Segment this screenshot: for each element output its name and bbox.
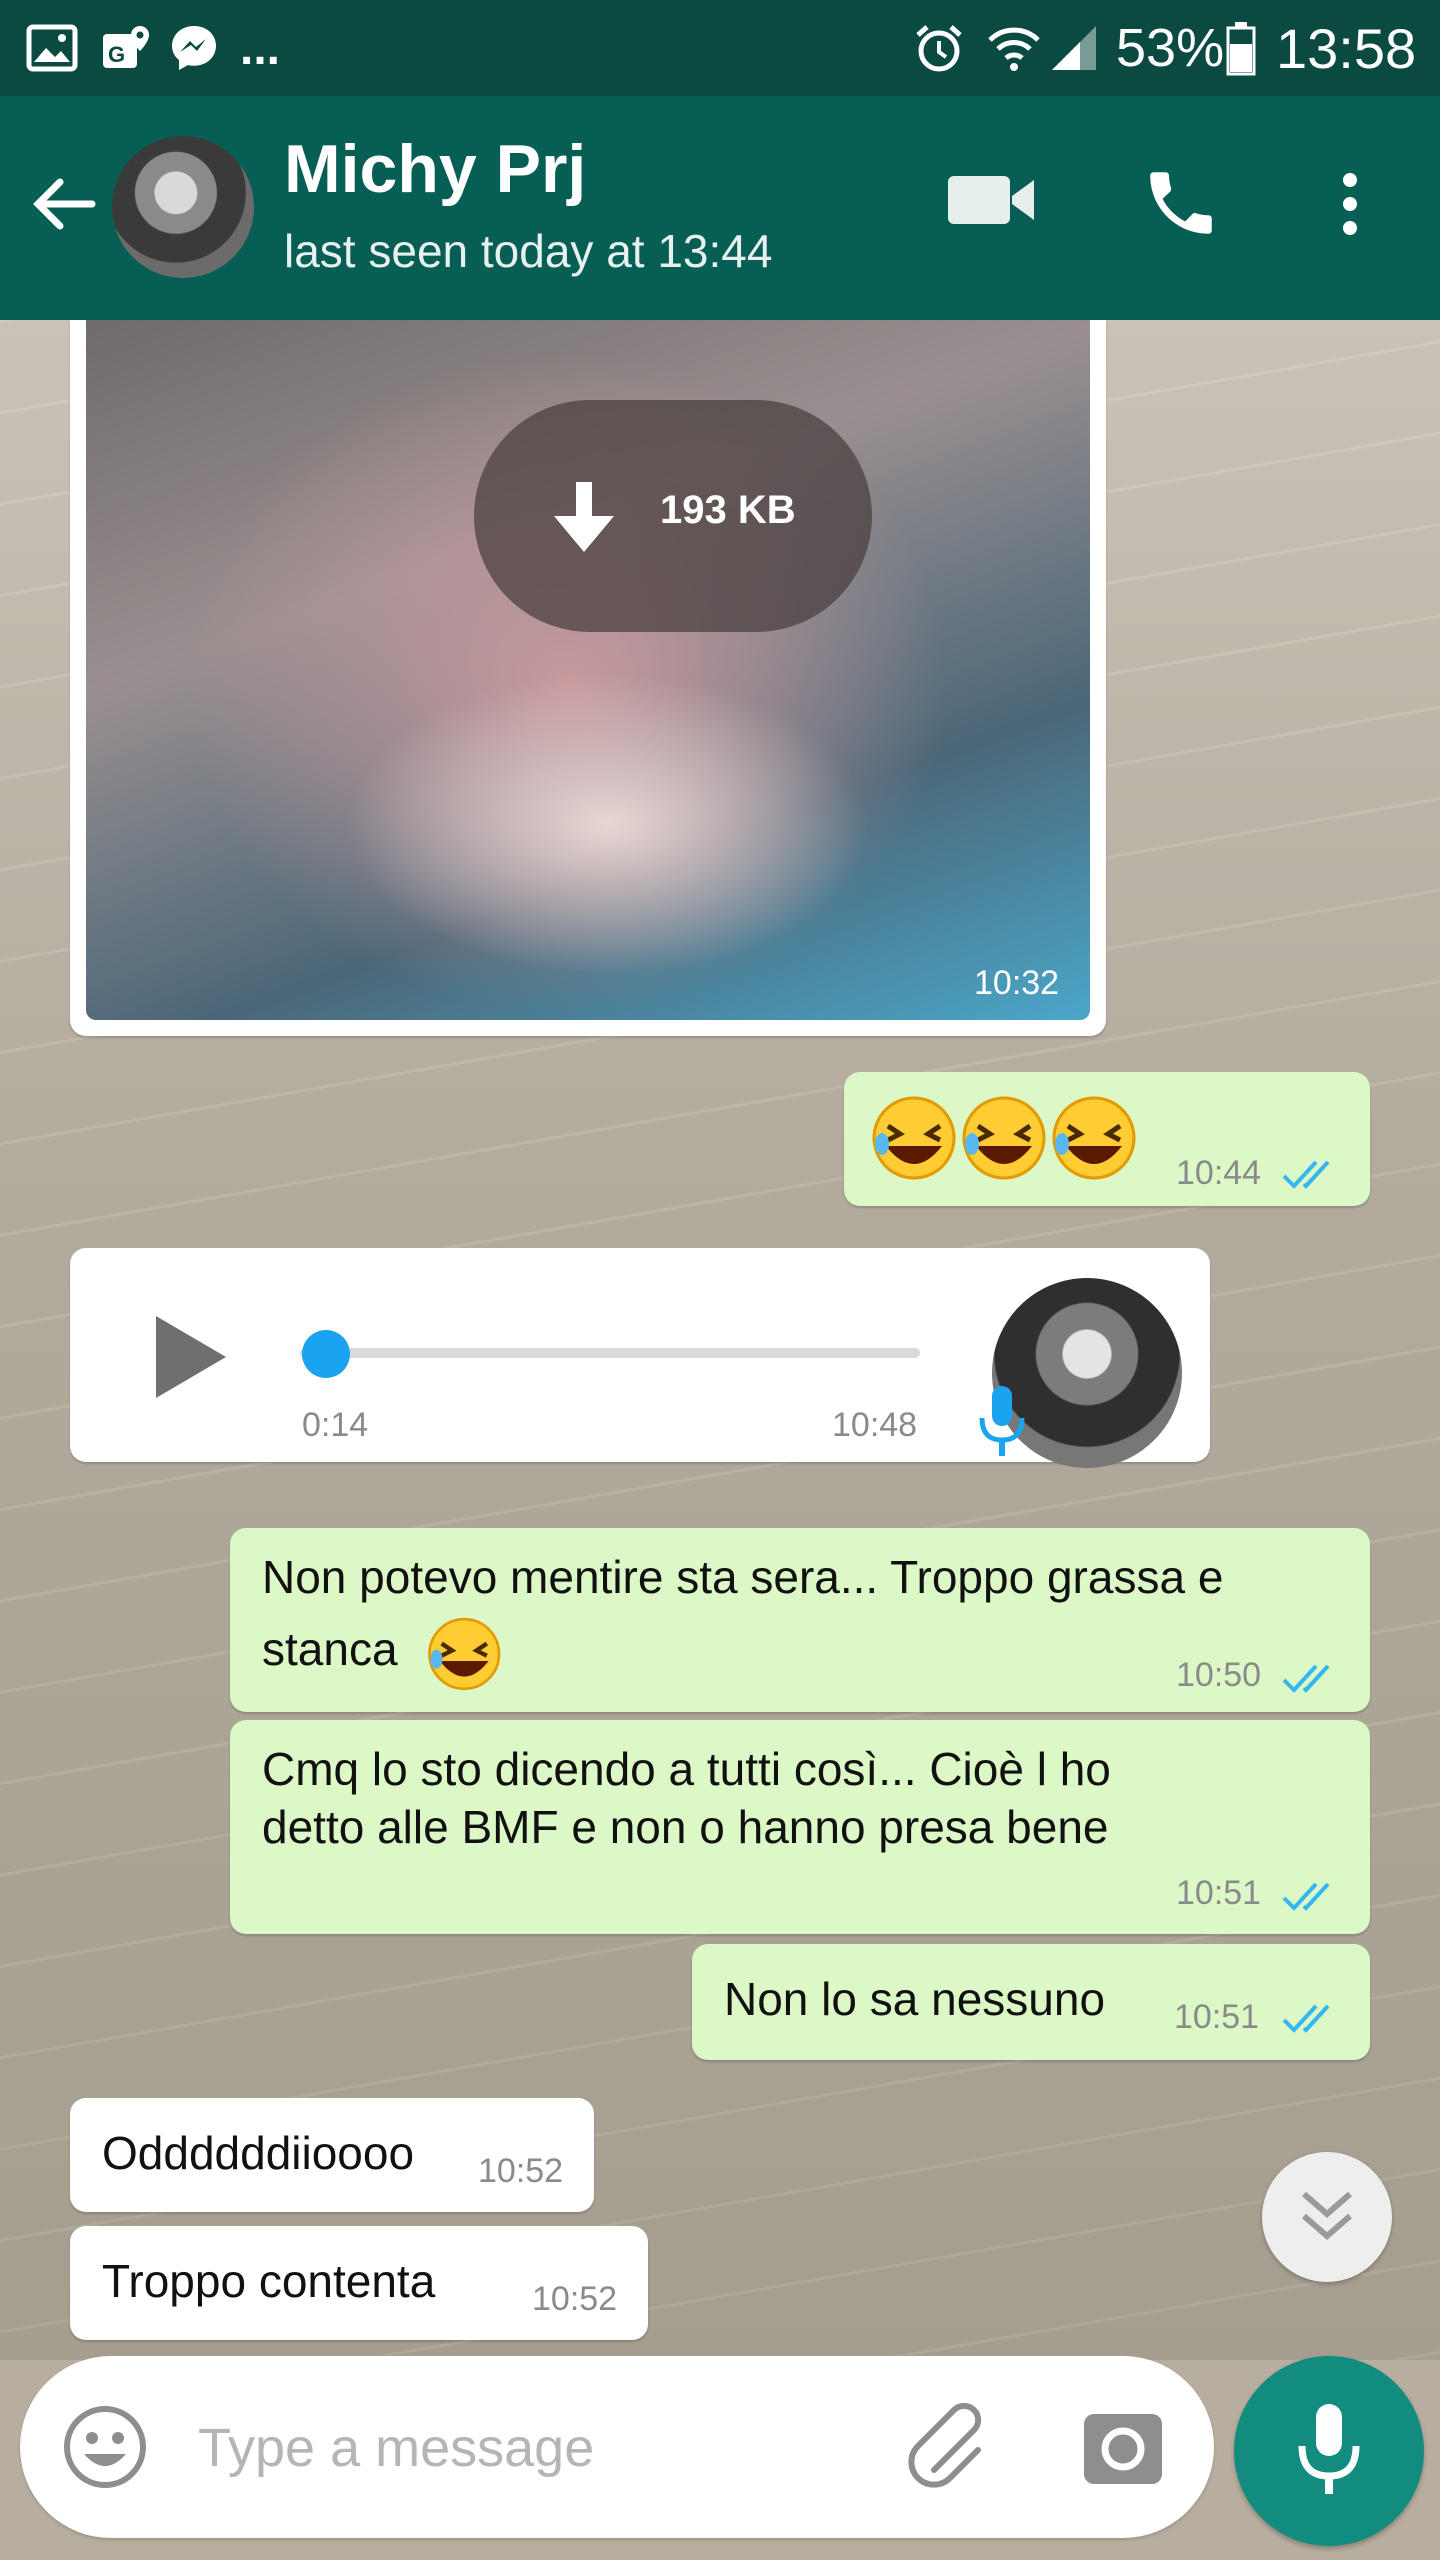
gallery-icon bbox=[26, 0, 78, 96]
signal-icon bbox=[1048, 0, 1100, 96]
message-time: 10:51 bbox=[1176, 1874, 1262, 1912]
voice-progress-knob[interactable] bbox=[302, 1330, 350, 1378]
status-time: 13:58 bbox=[1276, 16, 1417, 80]
play-icon[interactable] bbox=[150, 1312, 230, 1407]
avatar[interactable] bbox=[112, 136, 254, 278]
image-message[interactable]: 193 KB 10:32 bbox=[70, 320, 1106, 1036]
wifi-icon bbox=[986, 0, 1042, 96]
voice-message[interactable]: 0:14 10:48 bbox=[70, 1248, 1210, 1468]
message-text: stanca bbox=[262, 1623, 398, 1675]
message-text: Oddddddiioooo bbox=[102, 2127, 415, 2179]
blurred-image[interactable]: 193 KB 10:32 bbox=[86, 320, 1090, 1020]
message-text: Non lo sa nessuno bbox=[724, 1973, 1106, 2025]
message-input[interactable] bbox=[196, 2392, 880, 2504]
emoji-message[interactable]: 10:44 bbox=[844, 1072, 1370, 1206]
laughing-emoji bbox=[872, 1096, 1136, 1180]
download-icon bbox=[550, 480, 618, 561]
last-seen-status[interactable]: last seen today at 13:44 bbox=[284, 224, 772, 278]
voice-duration: 0:14 bbox=[302, 1406, 369, 1444]
chevron-down-icon bbox=[1302, 2191, 1352, 2240]
message-text: Non potevo mentire sta sera... Troppo gr… bbox=[262, 1551, 1224, 1603]
message-time: 10:51 bbox=[1174, 1998, 1260, 2036]
message-time: 10:32 bbox=[974, 964, 1060, 1002]
emoji-icon[interactable] bbox=[60, 2402, 150, 2497]
contact-name[interactable]: Michy Prj bbox=[284, 130, 586, 208]
maps-icon: G bbox=[100, 0, 152, 96]
more-icon[interactable] bbox=[1330, 168, 1370, 245]
scroll-to-bottom-button[interactable] bbox=[1262, 2152, 1392, 2282]
message-input-bar bbox=[20, 2356, 1214, 2538]
alarm-icon bbox=[912, 0, 966, 96]
read-ticks-icon bbox=[1282, 2004, 1330, 2033]
message-time: 10:52 bbox=[532, 2280, 618, 2318]
laughing-emoji bbox=[428, 1617, 501, 1691]
message-time: 10:44 bbox=[1176, 1154, 1262, 1192]
message-time: 10:52 bbox=[478, 2152, 564, 2190]
voice-record-button[interactable] bbox=[1234, 2356, 1424, 2546]
video-call-icon[interactable] bbox=[946, 168, 1038, 237]
read-ticks-icon bbox=[1282, 1160, 1330, 1189]
chat-area[interactable]: 193 KB 10:32 10:44 0:14 10:48 Non potevo… bbox=[0, 320, 1440, 2360]
download-button[interactable]: 193 KB bbox=[474, 400, 872, 632]
mic-icon bbox=[974, 1382, 1030, 1465]
message-time: 10:50 bbox=[1176, 1656, 1262, 1694]
camera-icon[interactable] bbox=[1080, 2404, 1166, 2495]
phone-icon[interactable] bbox=[1140, 162, 1222, 249]
voice-progress-track[interactable] bbox=[300, 1348, 920, 1358]
messenger-icon bbox=[168, 0, 220, 96]
battery-icon bbox=[1226, 0, 1256, 96]
download-size: 193 KB bbox=[660, 488, 796, 532]
back-arrow-icon[interactable] bbox=[26, 166, 102, 242]
attach-icon[interactable] bbox=[904, 2400, 998, 2499]
incoming-message[interactable]: Troppo contenta 10:52 bbox=[70, 2226, 648, 2340]
battery-percent: 53% bbox=[1116, 18, 1225, 78]
message-text: Troppo contenta bbox=[102, 2255, 436, 2307]
mic-icon bbox=[1298, 2404, 1360, 2494]
incoming-message[interactable]: Oddddddiioooo 10:52 bbox=[70, 2098, 594, 2212]
message-text: Cmq lo sto dicendo a tutti così... Cioè … bbox=[262, 1743, 1111, 1795]
message-time: 10:48 bbox=[832, 1406, 918, 1444]
more-notifications: ... bbox=[240, 21, 281, 75]
status-bar: G ... 53% 13:58 bbox=[0, 0, 1440, 96]
chat-header: Michy Prj last seen today at 13:44 bbox=[0, 96, 1440, 320]
message-text: detto alle BMF e non o hanno presa bene bbox=[262, 1801, 1109, 1853]
read-ticks-icon bbox=[1282, 1882, 1330, 1911]
outgoing-message[interactable]: Non lo sa nessuno 10:51 bbox=[692, 1944, 1370, 2060]
outgoing-message[interactable]: Non potevo mentire sta sera... Troppo gr… bbox=[230, 1528, 1370, 1712]
outgoing-message[interactable]: Cmq lo sto dicendo a tutti così... Cioè … bbox=[230, 1720, 1370, 1934]
read-ticks-icon bbox=[1282, 1664, 1330, 1693]
svg-text:G: G bbox=[108, 42, 125, 67]
